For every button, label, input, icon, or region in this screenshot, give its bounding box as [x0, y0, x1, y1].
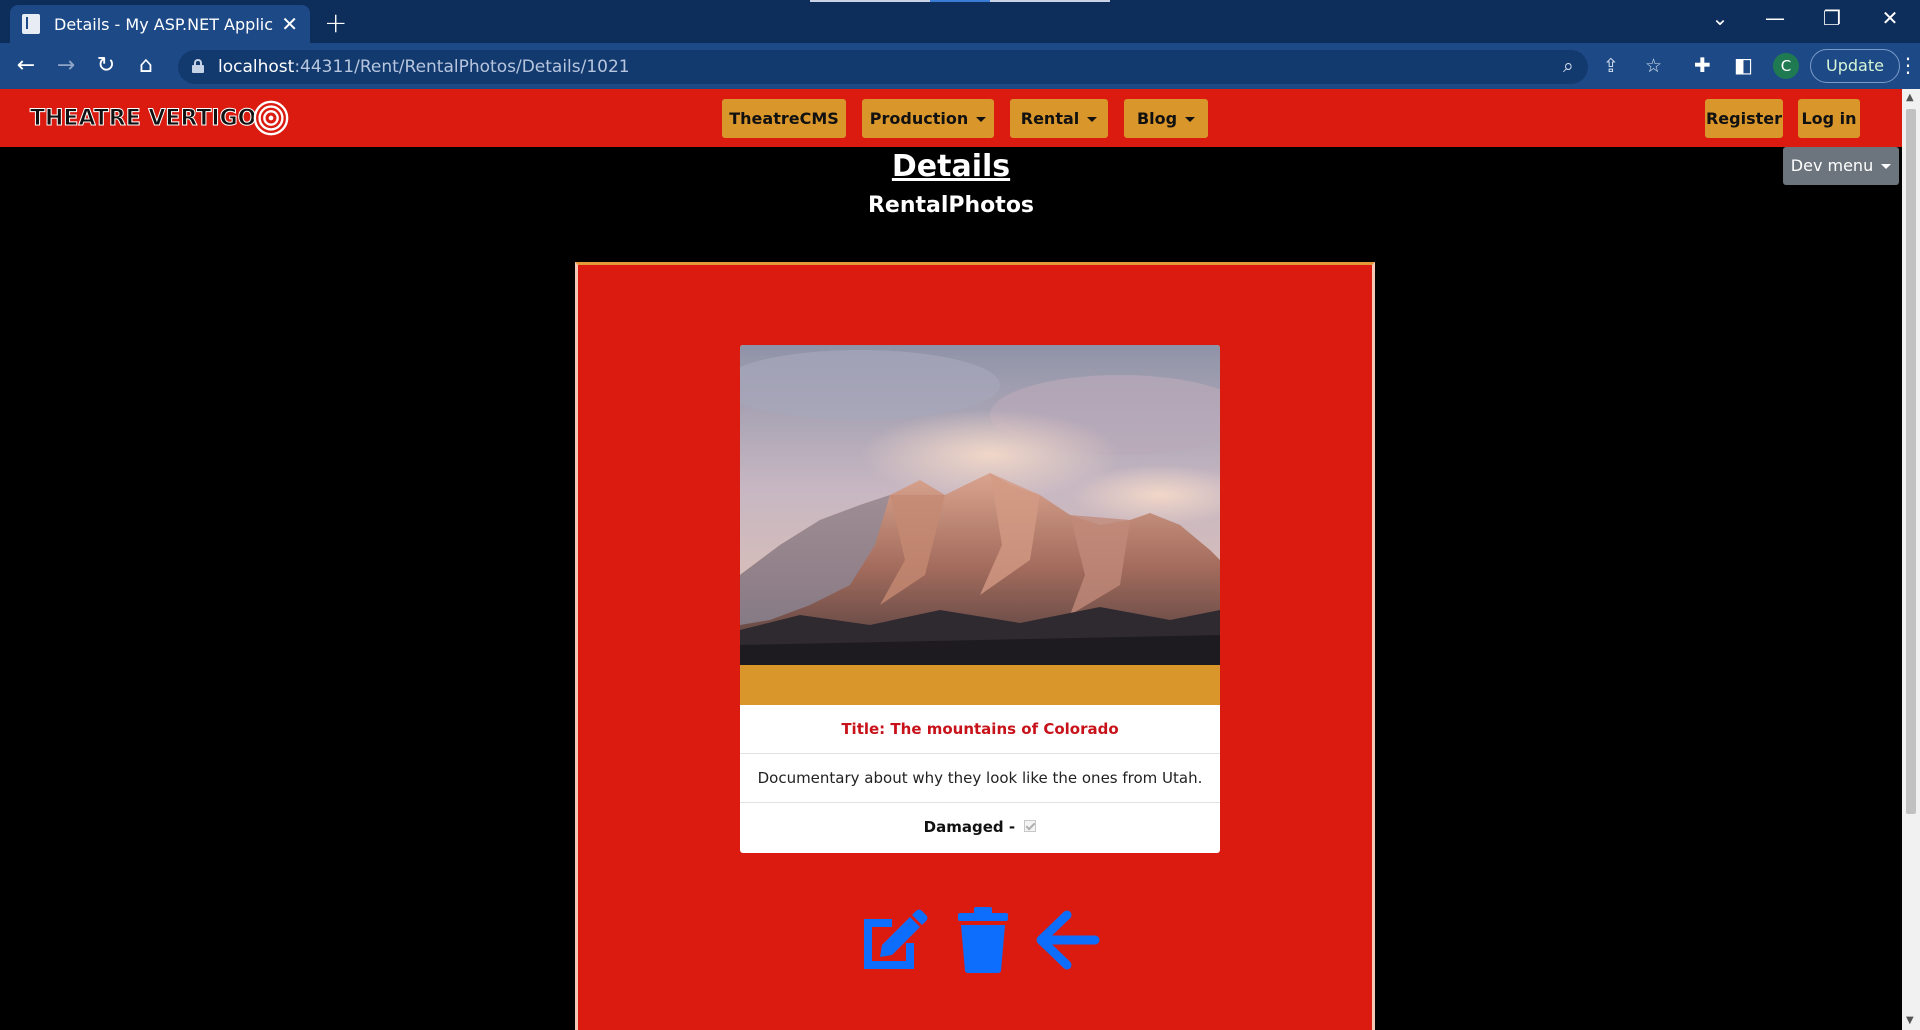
browser-toolbar: ← → ↻ ⌂ localhost:44311/Rent/RentalPhoto… — [0, 43, 1920, 89]
scroll-down-icon[interactable]: ▼ — [1906, 1015, 1914, 1026]
browser-tab[interactable]: Details - My ASP.NET Application ✕ — [10, 5, 310, 43]
bookmark-star-icon[interactable]: ☆ — [1645, 55, 1662, 77]
arrow-left-icon[interactable] — [1033, 905, 1103, 975]
card-accent-bar — [740, 665, 1220, 705]
page-title: Details — [891, 149, 1011, 184]
damaged-label: Damaged - — [923, 818, 1016, 836]
scroll-up-icon[interactable]: ▲ — [1906, 92, 1914, 103]
profile-avatar[interactable]: C — [1773, 53, 1799, 79]
back-icon[interactable]: ← — [10, 51, 42, 81]
side-panel-icon[interactable]: ◧ — [1734, 53, 1753, 77]
nav-production-dropdown[interactable]: Production — [862, 99, 994, 138]
site-navbar: THEATRE VERTIGO TheatreCMS Production Re… — [0, 89, 1902, 147]
trash-icon[interactable] — [948, 905, 1018, 975]
share-icon[interactable]: ⇪ — [1603, 55, 1619, 77]
tab-title: Details - My ASP.NET Application — [54, 14, 273, 34]
nav-theatrecms[interactable]: TheatreCMS — [722, 99, 846, 138]
window-drag-strip-accent — [930, 0, 990, 2]
update-button[interactable]: Update — [1810, 49, 1900, 83]
lock-icon[interactable] — [192, 59, 204, 73]
nav-blog-dropdown[interactable]: Blog — [1124, 99, 1208, 138]
edit-icon[interactable] — [858, 905, 928, 975]
page-subtitle: RentalPhotos — [867, 193, 1035, 218]
extensions-puzzle-icon[interactable]: ✚ — [1694, 53, 1711, 77]
url-text[interactable]: localhost:44311/Rent/RentalPhotos/Detail… — [218, 57, 630, 77]
home-icon[interactable]: ⌂ — [130, 51, 162, 81]
forward-icon[interactable]: → — [50, 51, 82, 81]
rental-photo-card: Title: The mountains of Colorado Documen… — [740, 345, 1220, 853]
dropdown-caret-icon — [976, 117, 987, 122]
photo-title: Title: The mountains of Colorado — [740, 705, 1220, 754]
minimize-icon[interactable]: — — [1755, 6, 1795, 30]
dropdown-caret-icon — [1087, 117, 1098, 122]
site-logo[interactable]: THEATRE VERTIGO — [29, 100, 290, 136]
page-scrollbar[interactable]: ▲ ▼ — [1902, 89, 1920, 1030]
rental-photo-image — [740, 345, 1220, 665]
damaged-row: Damaged - — [740, 803, 1220, 852]
browser-menu-icon[interactable]: ⋮ — [1898, 53, 1918, 77]
browser-tab-bar: Details - My ASP.NET Application ✕ + ⌄ —… — [0, 0, 1920, 43]
dropdown-caret-icon — [1185, 117, 1196, 122]
details-panel: Title: The mountains of Colorado Documen… — [575, 262, 1375, 1030]
logo-text: THEATRE VERTIGO — [29, 105, 257, 131]
photo-description: Documentary about why they look like the… — [740, 754, 1220, 803]
zoom-icon[interactable]: ⌕ — [1563, 55, 1574, 77]
damaged-checkbox[interactable] — [1024, 819, 1037, 832]
restore-icon[interactable]: ❐ — [1812, 6, 1852, 30]
address-bar[interactable]: localhost:44311/Rent/RentalPhotos/Detail… — [178, 50, 1662, 84]
page-favicon-icon — [22, 14, 40, 34]
tab-search-icon[interactable]: ⌄ — [1700, 6, 1740, 30]
register-button[interactable]: Register — [1705, 99, 1783, 138]
action-bar — [578, 905, 1372, 975]
nav-rental-dropdown[interactable]: Rental — [1010, 99, 1108, 138]
login-button[interactable]: Log in — [1798, 99, 1860, 138]
new-tab-icon[interactable]: + — [324, 6, 347, 39]
close-tab-icon[interactable]: ✕ — [281, 14, 298, 34]
reload-icon[interactable]: ↻ — [90, 51, 122, 81]
logo-swirl-icon — [254, 100, 289, 136]
page-viewport: THEATRE VERTIGO TheatreCMS Production Re… — [0, 89, 1902, 1030]
scrollbar-thumb[interactable] — [1906, 109, 1916, 814]
close-window-icon[interactable]: ✕ — [1870, 6, 1910, 30]
